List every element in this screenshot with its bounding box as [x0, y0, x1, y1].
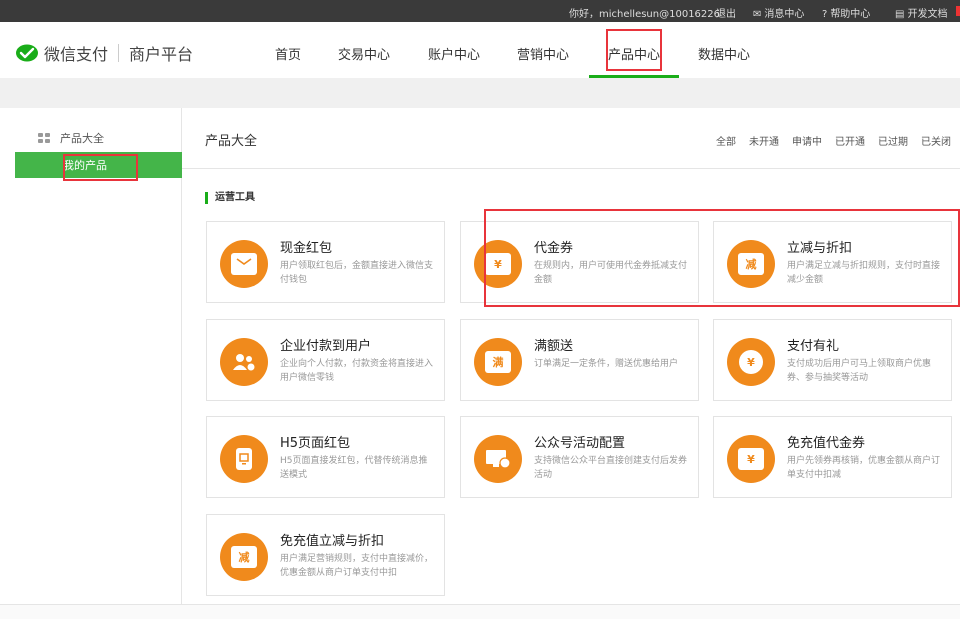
- divider: [118, 44, 120, 62]
- sidebar: 产品大全 我的产品: [0, 108, 182, 604]
- red-envelope-icon: [220, 240, 268, 288]
- filter-applying[interactable]: 申请中: [792, 133, 822, 148]
- card-description: 企业向个人付款，付款资金将直接进入用户微信零钱: [280, 359, 434, 383]
- filter-opened[interactable]: 已开通: [835, 133, 865, 148]
- messages-link[interactable]: ✉ 消息中心: [753, 5, 804, 20]
- filter-all[interactable]: 全部: [716, 133, 736, 148]
- notification-badge: [956, 6, 960, 16]
- product-card-pay-gift[interactable]: ¥ 支付有礼 支付成功后用户可马上领取商户优惠券、参与抽奖等活动: [713, 319, 952, 401]
- product-card-discount[interactable]: 减 立减与折扣 用户满足立减与折扣规则，支付时直接减少金额: [713, 221, 952, 303]
- filter-expired[interactable]: 已过期: [878, 133, 908, 148]
- main-content: 产品大全 全部 未开通 申请中 已开通 已过期 已关闭 运营工具 现金红包 用户…: [182, 108, 960, 604]
- full-gift-icon: 满: [474, 338, 522, 386]
- card-title: 免充值代金券: [787, 436, 866, 451]
- nav-data[interactable]: 数据中心: [698, 44, 750, 63]
- h5-envelope-icon: [220, 435, 268, 483]
- sidebar-heading[interactable]: 产品大全: [38, 130, 104, 146]
- product-card-free-voucher[interactable]: ¥ 免充值代金券 用户先领券再核销，优惠金额从商户订单支付中扣减: [713, 416, 952, 498]
- card-description: 支付成功后用户可马上领取商户优惠券、参与抽奖等活动: [787, 359, 932, 383]
- wechat-pay-logo-icon: [15, 44, 39, 62]
- card-title: 支付有礼: [787, 339, 840, 354]
- card-description: 用户满足营销规则，支付中直接减价，优惠金额从商户订单支付中扣: [280, 554, 434, 578]
- card-description: 用户满足立减与折扣规则，支付时直接减少金额: [787, 261, 941, 285]
- footer: [0, 605, 960, 619]
- card-title: H5页面红包: [280, 436, 351, 451]
- card-title: 公众号活动配置: [534, 436, 626, 451]
- logo-text: 微信支付: [44, 45, 109, 64]
- card-title: 现金红包: [280, 241, 333, 256]
- filter-not-opened[interactable]: 未开通: [749, 133, 779, 148]
- logout-link[interactable]: 退出: [716, 5, 736, 20]
- voucher-icon: ¥: [474, 240, 522, 288]
- product-card-free-discount[interactable]: 减 免充值立减与折扣 用户满足营销规则，支付中直接减价，优惠金额从商户订单支付中…: [206, 514, 445, 596]
- logo[interactable]: 微信支付 商户平台: [15, 42, 193, 64]
- status-filters: 全部 未开通 申请中 已开通 已过期 已关闭: [716, 133, 951, 148]
- section-title: 运营工具: [205, 192, 255, 204]
- product-card-official-account-activity[interactable]: 公众号活动配置 支持微信公众平台直接创建支付后发券活动: [460, 416, 699, 498]
- card-description: 用户先领券再核销，优惠金额从商户订单支付中扣减: [787, 456, 941, 480]
- product-card-cash-red-packet[interactable]: 现金红包 用户领取红包后，金额直接进入微信支付钱包: [206, 221, 445, 303]
- gray-strip: [0, 78, 960, 108]
- free-voucher-icon: ¥: [727, 435, 775, 483]
- help-link[interactable]: ? 帮助中心: [822, 5, 870, 20]
- users-pay-icon: [220, 338, 268, 386]
- docs-link[interactable]: ▤ 开发文档: [895, 5, 947, 20]
- card-description: 用户领取红包后，金额直接进入微信支付钱包: [280, 261, 434, 285]
- card-description: H5页面直接发红包，代替传统消息推送模式: [280, 456, 428, 480]
- card-title: 企业付款到用户: [280, 339, 372, 354]
- card-description: 在规则内，用户可使用代金券抵减支付金额: [534, 261, 688, 285]
- pay-gift-icon: ¥: [727, 338, 775, 386]
- grid-icon: [38, 132, 52, 144]
- greeting-text: 你好，michellesun@10016226: [569, 9, 721, 20]
- divider: [182, 168, 960, 169]
- card-title: 立减与折扣: [787, 241, 853, 256]
- header: 微信支付 商户平台 首页 交易中心 账户中心 营销中心 产品中心 数据中心: [0, 22, 960, 78]
- card-description: 支持微信公众平台直接创建支付后发券活动: [534, 456, 688, 480]
- platform-title: 商户平台: [129, 45, 194, 64]
- top-bar: 你好，michellesun@10016226 退出 ✉ 消息中心 ? 帮助中心 ▤…: [0, 0, 960, 22]
- discount-icon: 减: [727, 240, 775, 288]
- product-card-voucher[interactable]: ¥ 代金券 在规则内，用户可使用代金券抵减支付金额: [460, 221, 699, 303]
- sidebar-item-my-products[interactable]: 我的产品: [15, 152, 182, 178]
- nav-account[interactable]: 账户中心: [428, 44, 480, 63]
- document-icon: ▤: [895, 9, 905, 20]
- mail-icon: ✉: [753, 9, 762, 20]
- product-card-enterprise-payment[interactable]: 企业付款到用户 企业向个人付款，付款资金将直接进入用户微信零钱: [206, 319, 445, 401]
- card-description: 订单满足一定条件，赠送优惠给用户: [534, 359, 679, 369]
- product-card-full-gift[interactable]: 满 满额送 订单满足一定条件，赠送优惠给用户: [460, 319, 699, 401]
- nav-home[interactable]: 首页: [275, 44, 301, 63]
- free-discount-icon: 减: [220, 533, 268, 581]
- help-icon: ?: [822, 9, 828, 20]
- page-title: 产品大全: [205, 134, 258, 149]
- nav-marketing[interactable]: 营销中心: [517, 44, 569, 63]
- card-title: 代金券: [534, 241, 574, 256]
- card-title: 免充值立减与折扣: [280, 534, 385, 549]
- product-card-h5-red-packet[interactable]: H5页面红包 H5页面直接发红包，代替传统消息推送模式: [206, 416, 445, 498]
- official-account-icon: [474, 435, 522, 483]
- card-title: 满额送: [534, 339, 574, 354]
- nav-trade[interactable]: 交易中心: [338, 44, 390, 63]
- filter-closed[interactable]: 已关闭: [921, 133, 951, 148]
- nav-products[interactable]: 产品中心: [608, 44, 660, 63]
